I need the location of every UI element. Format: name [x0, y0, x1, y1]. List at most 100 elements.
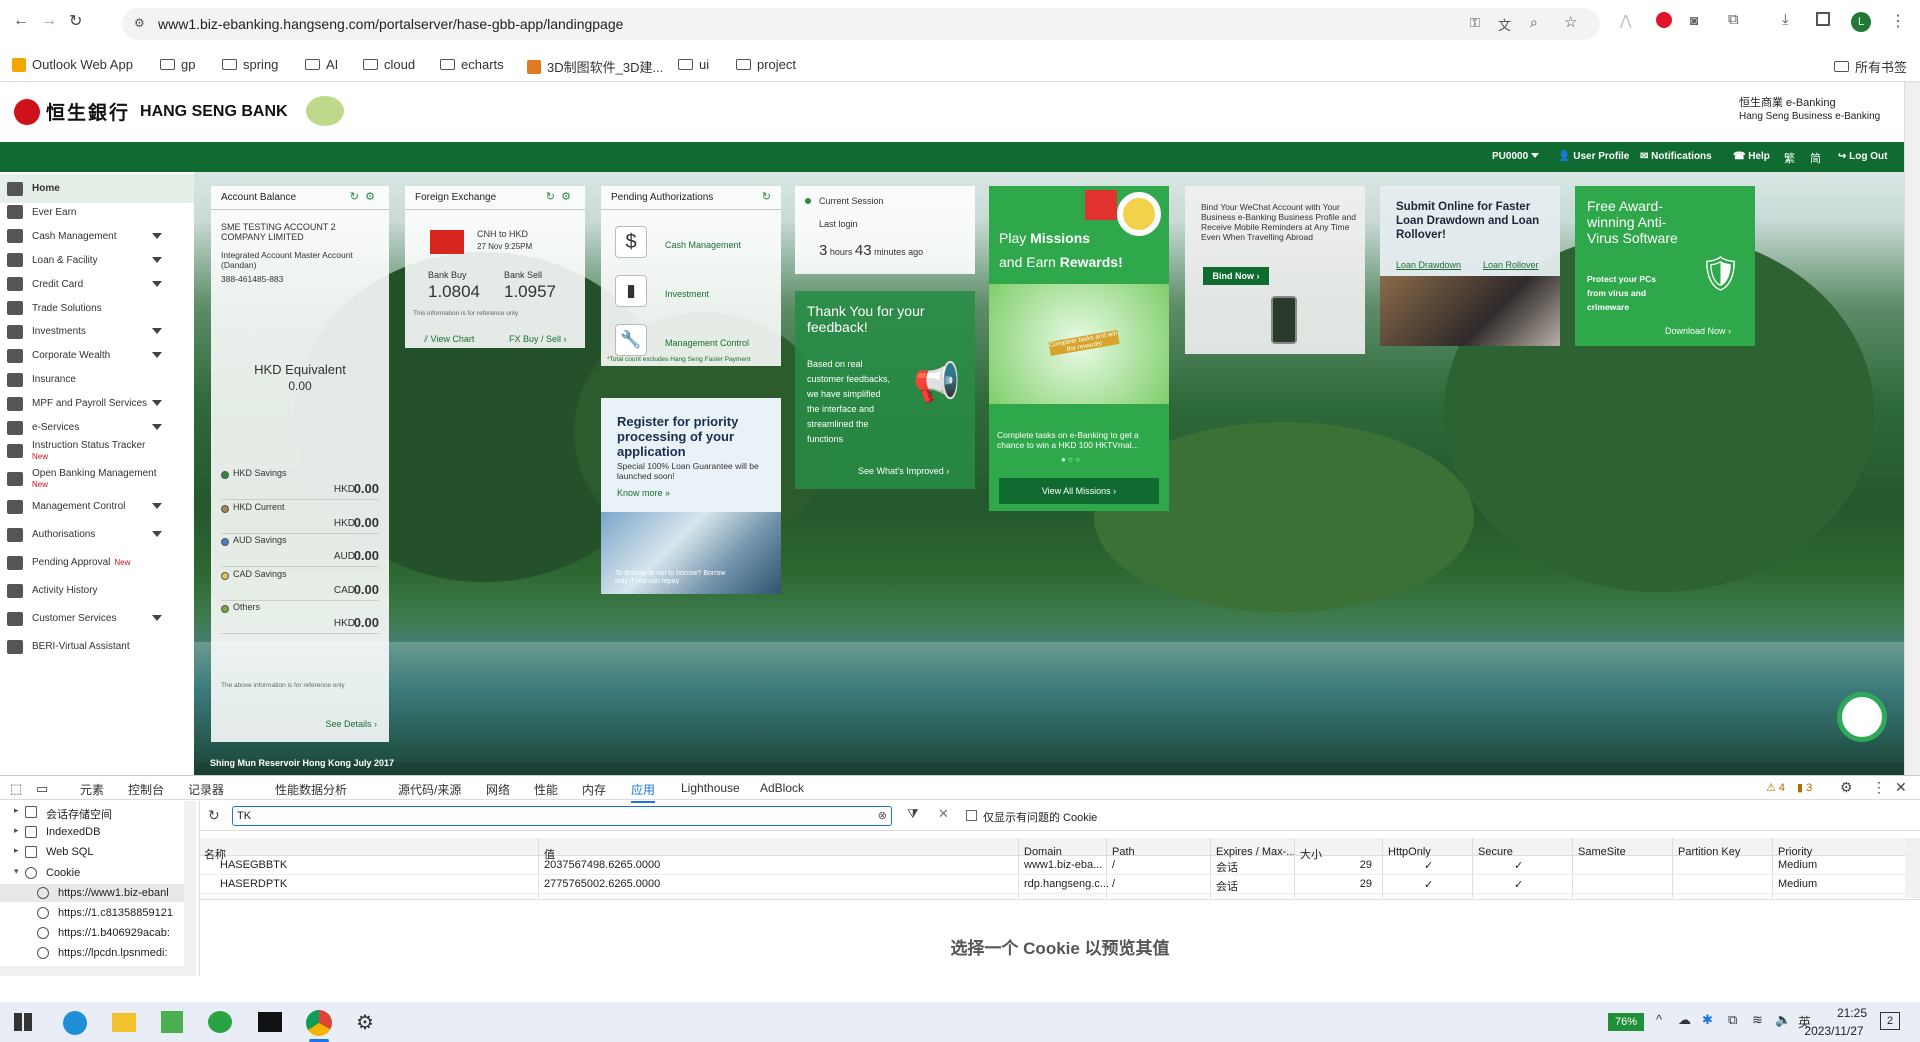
logout-link[interactable]: ↪ Log Out [1838, 151, 1888, 162]
notepad-icon[interactable] [161, 1011, 183, 1033]
tree-item[interactable]: ▸ 会话存储空间 [0, 803, 184, 821]
address-bar[interactable]: ⚙ www1.biz-ebanking.hangseng.com/portals… [122, 8, 1600, 40]
simplified-icon[interactable]: 简 [1810, 150, 1821, 166]
view-missions-button[interactable]: View All Missions › [999, 478, 1159, 504]
tree-item[interactable]: ▸ IndexedDB [0, 823, 184, 841]
know-more-link[interactable]: Know more » [617, 488, 670, 498]
notifications-link[interactable]: ✉ Notifications [1640, 151, 1712, 162]
forward-icon[interactable]: → [41, 12, 57, 30]
tree-item[interactable]: ▾ Cookie [0, 864, 184, 882]
extension-icon[interactable]: ⋀ [1620, 12, 1631, 29]
volume-icon[interactable]: 🔈 [1775, 1012, 1791, 1028]
battery-indicator[interactable]: 76% [1608, 1013, 1644, 1031]
bind-now-button[interactable]: Bind Now › [1203, 267, 1269, 285]
user-id[interactable]: PU0000 [1492, 151, 1528, 162]
language-icon[interactable]: 繁 [1784, 150, 1795, 166]
zoom-icon[interactable]: ⌕ [1530, 14, 1538, 31]
sidebar-item[interactable]: Management Control [0, 492, 194, 521]
table-scrollbar[interactable] [1905, 838, 1920, 898]
chevron-up-icon[interactable]: ^ [1656, 1012, 1662, 1027]
settings-icon[interactable]: ⚙ [365, 190, 375, 203]
register-promo-card[interactable]: Register for priority processing of your… [601, 398, 781, 594]
sidepanel-icon[interactable] [1816, 12, 1830, 26]
tree-hscrollbar[interactable] [0, 966, 184, 976]
sidebar-item[interactable]: Customer Services [0, 604, 194, 633]
beri-chat-icon[interactable] [1837, 692, 1887, 742]
clock-date[interactable]: 2023/11/27 [1796, 1024, 1872, 1038]
pending-item[interactable]: Investment [665, 289, 709, 299]
view-chart-link[interactable]: ⫽ View Chart [424, 334, 474, 345]
settings-icon[interactable]: ⚙ [356, 1010, 374, 1035]
bookmark-outlook[interactable]: Outlook Web App [12, 57, 133, 72]
see-improved-link[interactable]: See What's Improved › [858, 466, 949, 476]
site-info-icon[interactable]: ⚙ [134, 16, 145, 30]
avatar[interactable]: L [1851, 12, 1871, 32]
all-bookmarks[interactable]: 所有书签 [1834, 57, 1907, 76]
camera-icon[interactable]: ◙ [1690, 12, 1698, 28]
page-scrollbar[interactable] [1904, 82, 1920, 775]
bluetooth-icon[interactable]: ✱ [1702, 1012, 1713, 1028]
loan-drawdown-link[interactable]: Loan Drawdown [1396, 260, 1461, 270]
bookmark-echarts[interactable]: echarts [440, 57, 504, 72]
refresh-icon[interactable]: ↻ [350, 190, 359, 203]
wechat-icon[interactable] [208, 1011, 232, 1033]
edge-icon[interactable] [63, 1011, 87, 1035]
bank-logo[interactable]: 恒生銀行 HANG SENG BANK [14, 98, 288, 125]
refresh-icon[interactable]: ↻ [546, 190, 555, 203]
fx-trade-link[interactable]: FX Buy / Sell › [509, 334, 567, 344]
bookmark-cloud[interactable]: cloud [363, 57, 415, 72]
bookmark-ui[interactable]: ui [678, 57, 709, 72]
bookmark-spring[interactable]: spring [222, 57, 278, 72]
menu-icon[interactable]: ⋮ [1890, 11, 1906, 31]
sidebar-item[interactable]: Open Banking Management New [0, 464, 194, 493]
devtools-tab[interactable]: 元素 [80, 781, 104, 798]
back-icon[interactable]: ← [13, 12, 29, 30]
inspect-icon[interactable]: ⬚ [10, 781, 22, 797]
pending-item[interactable]: Cash Management [665, 240, 741, 250]
loan-rollover-link[interactable]: Loan Rollover [1483, 260, 1539, 270]
clock-time[interactable]: 21:25 [1814, 1006, 1890, 1020]
explorer-icon[interactable] [112, 1013, 136, 1032]
cloud-icon[interactable]: ☁ [1678, 1012, 1691, 1028]
download-now-link[interactable]: Download Now › [1665, 326, 1731, 336]
see-details-link[interactable]: See Details › [325, 719, 377, 729]
help-link[interactable]: ☎ Help [1733, 151, 1770, 162]
sidebar-item[interactable]: BERI-Virtual Assistant [0, 632, 194, 661]
star-icon[interactable]: ☆ [1564, 13, 1577, 31]
bookmark-3d[interactable]: 3D制图软件_3D建... [527, 57, 663, 76]
tree-item[interactable]: ▸ Web SQL [0, 843, 184, 861]
device-icon[interactable]: ▭ [36, 781, 48, 797]
user-profile-link[interactable]: 👤 User Profile [1558, 151, 1629, 162]
bookmark-gp[interactable]: gp [160, 57, 195, 72]
terminal-icon[interactable] [258, 1012, 282, 1032]
carousel-dots[interactable]: ● ○ ○ [1061, 455, 1080, 464]
tree-item[interactable]: https://www1.biz-ebanl [0, 883, 184, 902]
app-tray-icon[interactable]: ⧉ [1728, 1012, 1737, 1028]
wifi-icon[interactable]: ≋ [1752, 1012, 1763, 1028]
sidebar-item[interactable]: Instruction Status Tracker New [0, 436, 194, 465]
tree-item[interactable]: https://1.b406929acab: [0, 924, 184, 942]
sidebar-item[interactable]: Pending Approval New [0, 548, 194, 577]
tree-scrollbar[interactable] [184, 801, 196, 976]
opera-icon[interactable] [1656, 12, 1672, 28]
windows-start-icon[interactable] [14, 1013, 32, 1031]
devtools-tab[interactable]: 控制台 [128, 781, 164, 798]
translate-icon[interactable]: 文 [1498, 15, 1511, 34]
download-icon[interactable]: ⤓ [1782, 11, 1789, 28]
sidebar-item[interactable]: Activity History [0, 576, 194, 605]
account-number[interactable]: 388-461485-883 [221, 274, 283, 284]
sidebar-item[interactable]: Authorisations [0, 520, 194, 549]
notification-icon[interactable]: 2 [1880, 1012, 1900, 1030]
tree-item[interactable]: https://1.c81358859121 [0, 904, 184, 922]
puzzle-icon[interactable]: ⧉ [1728, 11, 1739, 28]
feedback-card[interactable]: Thank You for your feedback! Based on re… [795, 291, 975, 489]
tree-item[interactable]: https://lpcdn.lpsnmedi: [0, 944, 184, 962]
settings-icon[interactable]: ⚙ [561, 190, 571, 203]
password-icon[interactable]: ⚿ [1470, 15, 1480, 31]
pending-item[interactable]: Management Control [665, 338, 749, 348]
bookmark-ai[interactable]: AI [305, 57, 338, 72]
refresh-icon[interactable]: ↻ [762, 190, 771, 203]
bookmark-project[interactable]: project [736, 57, 796, 72]
chrome-icon[interactable] [306, 1010, 332, 1036]
reload-icon[interactable]: ↻ [69, 11, 82, 31]
